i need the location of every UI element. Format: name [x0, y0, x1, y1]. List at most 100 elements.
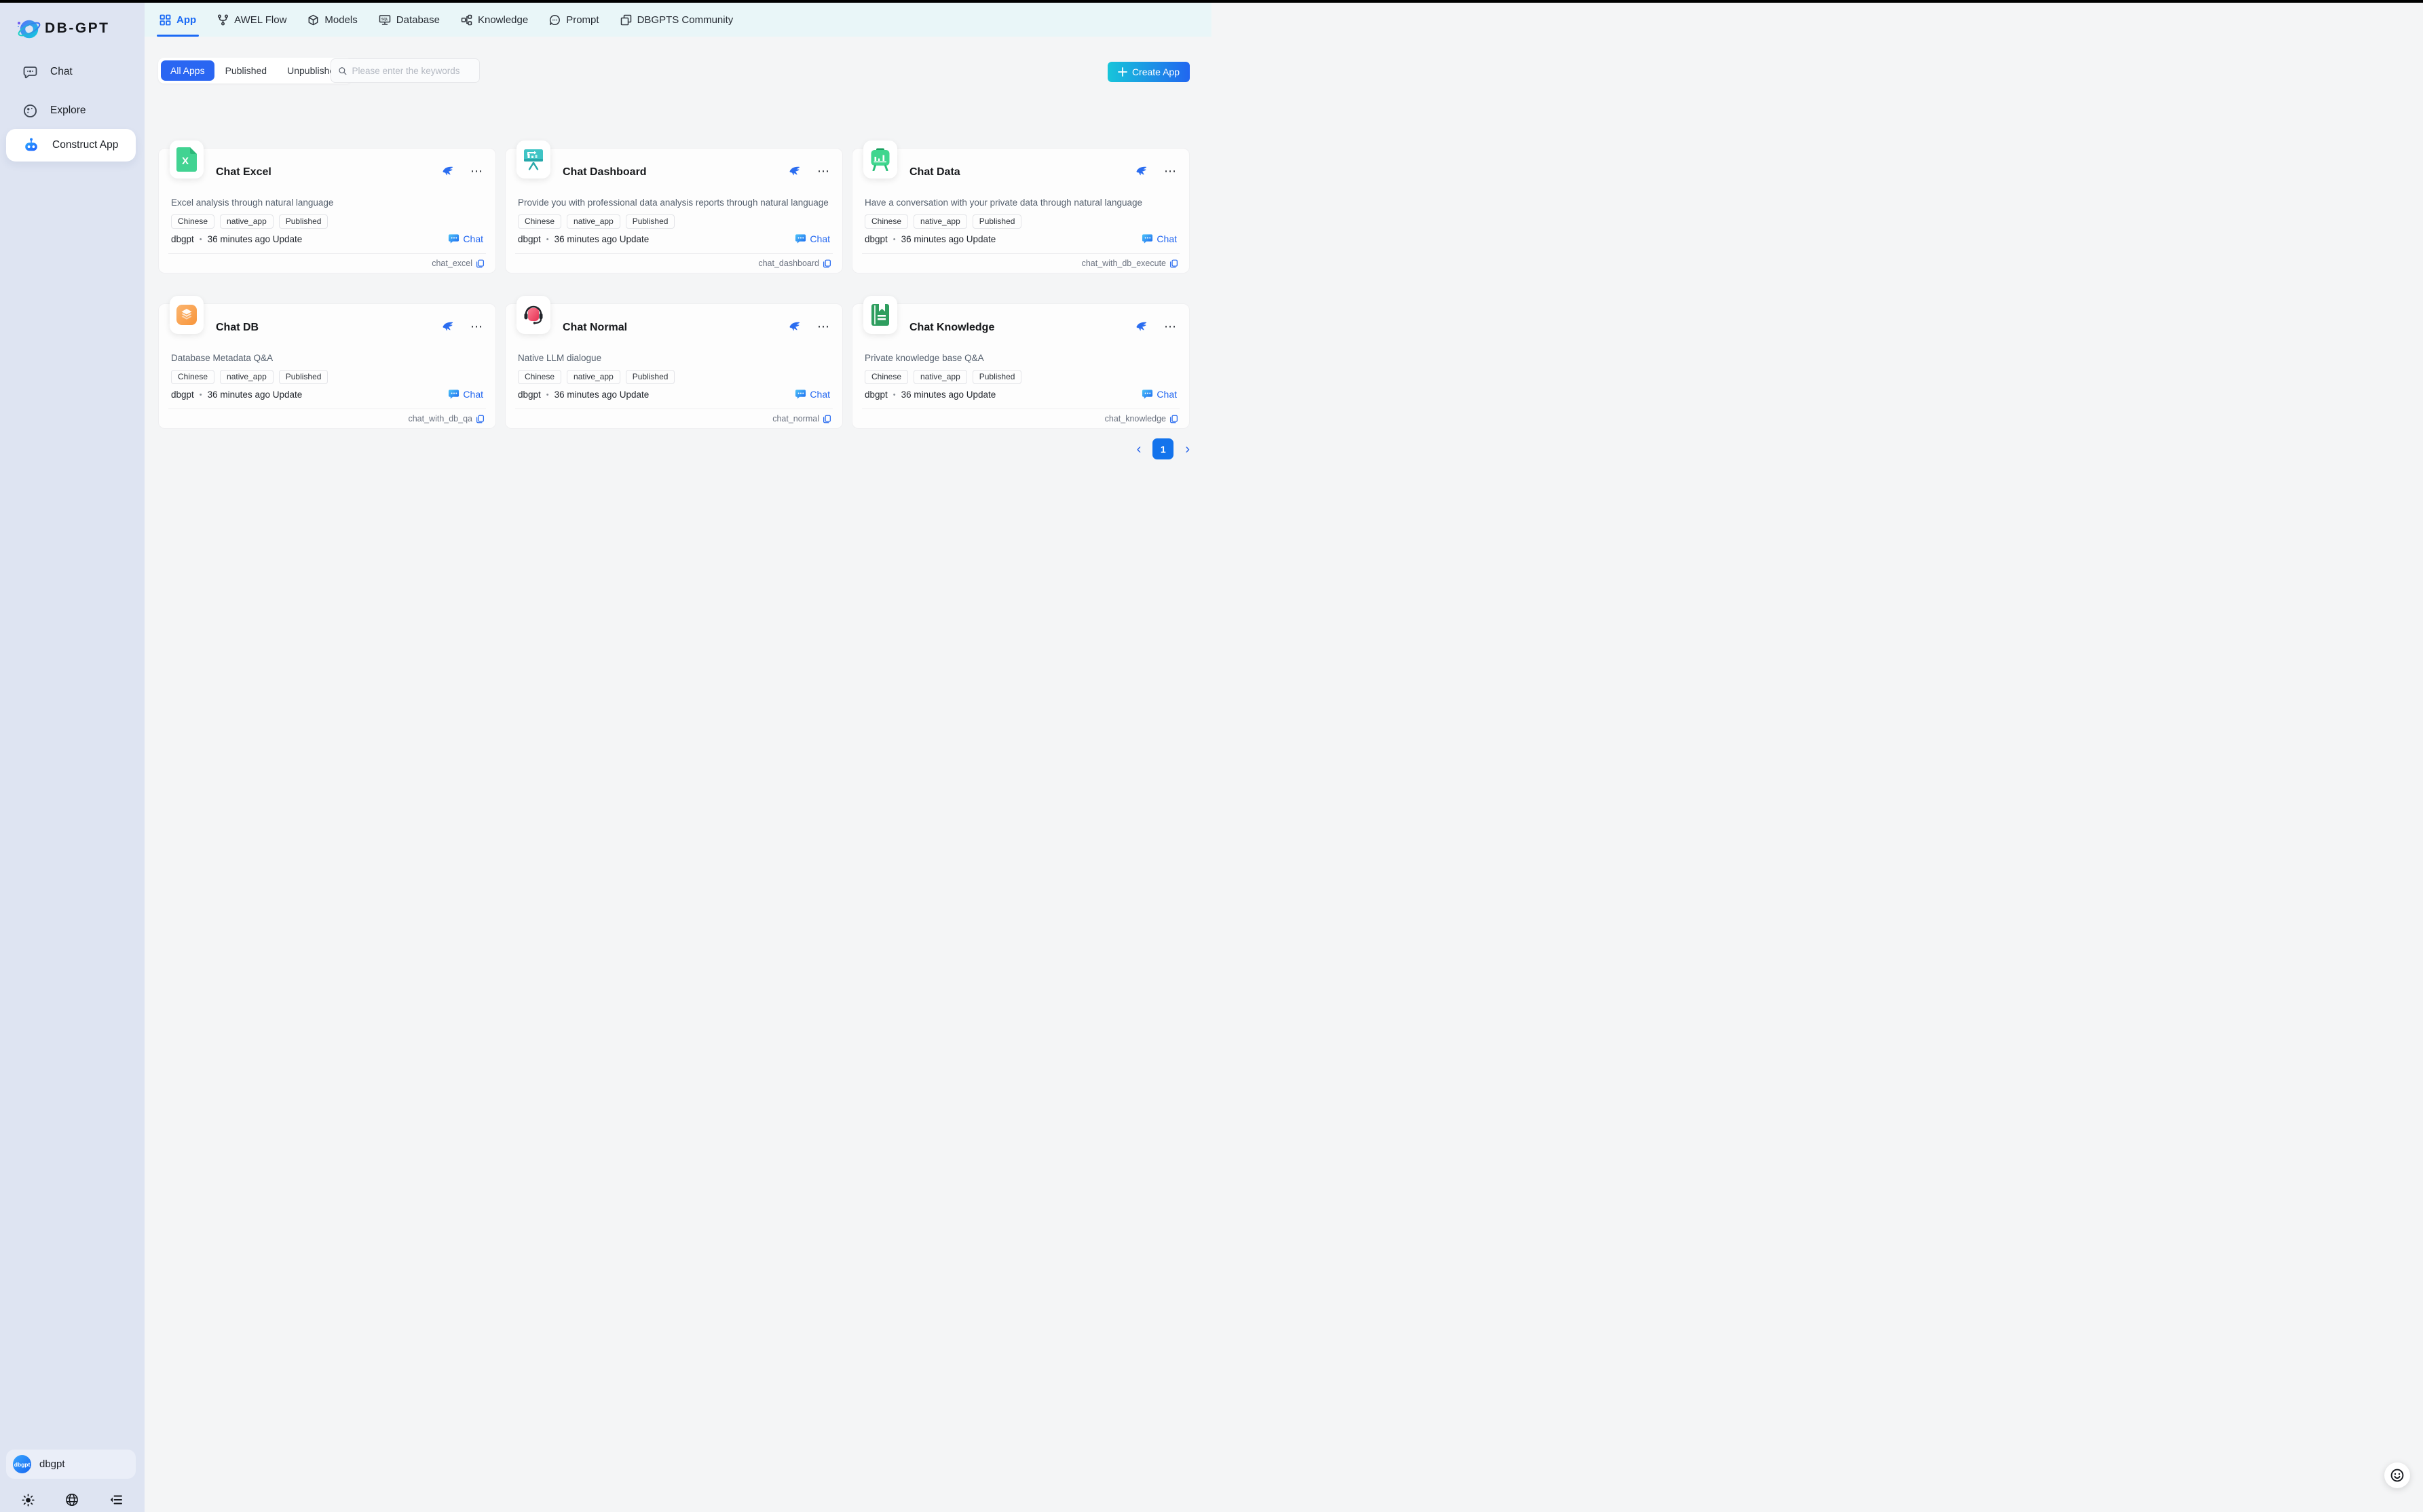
top-navbar: App AWEL Flow Models SQL Database: [145, 3, 1212, 37]
filter-segment: All Apps Published Unpublished: [158, 58, 352, 83]
app-card-chat-data[interactable]: Chat Data ⋯ Have a conversation with you…: [852, 148, 1190, 273]
main-area: App AWEL Flow Models SQL Database: [145, 3, 1212, 756]
separator-dot: •: [546, 235, 549, 244]
tag: native_app: [914, 214, 967, 229]
book-icon: [870, 303, 890, 326]
tag-list: Chinese native_app Published: [171, 214, 328, 229]
filter-published[interactable]: Published: [216, 60, 277, 81]
svg-text:SQL: SQL: [381, 17, 388, 21]
copy-icon[interactable]: [476, 415, 485, 423]
dingtalk-share-icon[interactable]: [442, 165, 454, 177]
search-box: [331, 58, 480, 83]
pagination: ‹ 1 ›: [1137, 438, 1190, 459]
app-description: Excel analysis through natural language: [171, 197, 486, 208]
chat-link[interactable]: Chat: [795, 233, 830, 244]
chat-message-icon: [795, 233, 806, 244]
user-chip[interactable]: dbgpt dbgpt: [6, 1450, 136, 1479]
sidebar-item-chat[interactable]: Chat: [0, 57, 145, 87]
tab-awel-flow[interactable]: AWEL Flow: [216, 3, 288, 37]
app-card-chat-db[interactable]: Chat DB ⋯ Database Metadata Q&A Chinese …: [158, 303, 496, 429]
more-menu-icon[interactable]: ⋯: [1164, 168, 1177, 174]
updated-time: 36 minutes ago Update: [555, 234, 650, 244]
feedback-smiley-button[interactable]: [2384, 1462, 2410, 1488]
prev-page-icon[interactable]: ‹: [1137, 442, 1142, 456]
app-code: chat_with_db_qa: [408, 414, 472, 423]
chat-link[interactable]: Chat: [1142, 388, 1177, 400]
app-card-chat-excel[interactable]: X Chat Excel ⋯ Excel analysis through na…: [158, 148, 496, 273]
card-meta: dbgpt • 36 minutes ago Update: [518, 234, 649, 244]
more-menu-icon[interactable]: ⋯: [1164, 323, 1177, 330]
tab-database[interactable]: SQL Database: [377, 3, 441, 37]
separator-dot: •: [200, 391, 202, 399]
create-app-button[interactable]: Create App: [1108, 62, 1190, 82]
chat-message-icon: [1142, 233, 1153, 244]
theme-sun-icon[interactable]: [22, 1493, 35, 1507]
tab-models[interactable]: Models: [306, 3, 358, 37]
tag: native_app: [220, 214, 274, 229]
tag-list: Chinese native_app Published: [865, 370, 1021, 384]
explore-icon: [23, 104, 37, 118]
tab-label: App: [176, 14, 196, 26]
collapse-sidebar-icon[interactable]: [109, 1493, 123, 1507]
sidebar-item-label: Chat: [50, 66, 73, 78]
dashboard-icon: [523, 148, 544, 171]
page-number-1[interactable]: 1: [1152, 438, 1173, 459]
tab-app[interactable]: App: [158, 3, 198, 37]
sidebar: DB-GPT Chat Explore Construct App dbgpt: [0, 0, 145, 1512]
tab-prompt[interactable]: Prompt: [548, 3, 600, 37]
chat-link[interactable]: Chat: [448, 233, 483, 244]
dingtalk-share-icon[interactable]: [789, 320, 801, 333]
copy-icon[interactable]: [476, 259, 485, 268]
search-input[interactable]: [352, 66, 472, 76]
card-divider: [515, 253, 833, 254]
sidebar-item-construct-app[interactable]: Construct App: [6, 129, 136, 162]
next-page-icon[interactable]: ›: [1185, 442, 1190, 456]
copy-icon[interactable]: [1169, 415, 1178, 423]
chat-link[interactable]: Chat: [795, 388, 830, 400]
more-menu-icon[interactable]: ⋯: [470, 323, 483, 330]
logo-text: DB-GPT: [45, 20, 110, 37]
tab-knowledge[interactable]: Knowledge: [459, 3, 529, 37]
card-meta: dbgpt • 36 minutes ago Update: [518, 390, 649, 400]
data-easel-icon: [869, 148, 891, 171]
app-icon-tile: [863, 296, 897, 334]
owner: dbgpt: [518, 234, 541, 244]
chat-link[interactable]: Chat: [1142, 233, 1177, 244]
tab-label: Prompt: [566, 14, 599, 26]
app-card-chat-dashboard[interactable]: Chat Dashboard ⋯ Provide you with profes…: [505, 148, 843, 273]
tag: Chinese: [518, 214, 561, 229]
tag-list: Chinese native_app Published: [171, 370, 328, 384]
more-menu-icon[interactable]: ⋯: [470, 168, 483, 174]
copy-icon[interactable]: [823, 415, 831, 423]
copy-icon[interactable]: [823, 259, 831, 268]
tag: native_app: [567, 370, 620, 384]
grid-icon: [159, 14, 171, 26]
app-code: chat_excel: [432, 259, 472, 268]
chat-link-label: Chat: [463, 233, 483, 244]
dingtalk-share-icon[interactable]: [789, 165, 801, 177]
tab-label: Knowledge: [478, 14, 528, 26]
more-menu-icon[interactable]: ⋯: [817, 323, 830, 330]
app-card-chat-normal[interactable]: Chat Normal ⋯ Native LLM dialogue Chines…: [505, 303, 843, 429]
card-footer: chat_with_db_execute: [1082, 259, 1178, 268]
updated-time: 36 minutes ago Update: [208, 234, 303, 244]
filter-all-apps[interactable]: All Apps: [161, 60, 214, 81]
smiley-icon: [2390, 1468, 2405, 1483]
chat-link[interactable]: Chat: [448, 388, 483, 400]
tag-list: Chinese native_app Published: [518, 214, 675, 229]
chat-message-icon: [1142, 388, 1153, 400]
tab-dbgpts-community[interactable]: DBGPTS Community: [619, 3, 735, 37]
dingtalk-share-icon[interactable]: [1135, 320, 1148, 333]
card-meta: dbgpt • 36 minutes ago Update: [865, 390, 996, 400]
copy-icon[interactable]: [1169, 259, 1178, 268]
card-footer: chat_dashboard: [758, 259, 831, 268]
app-card-chat-knowledge[interactable]: Chat Knowledge ⋯ Private knowledge base …: [852, 303, 1190, 429]
tag: Chinese: [865, 370, 908, 384]
dingtalk-share-icon[interactable]: [1135, 165, 1148, 177]
dingtalk-share-icon[interactable]: [442, 320, 454, 333]
app-code: chat_dashboard: [758, 259, 819, 268]
more-menu-icon[interactable]: ⋯: [817, 168, 830, 174]
community-icon: [620, 14, 632, 26]
language-globe-icon[interactable]: [65, 1493, 79, 1507]
sidebar-item-explore[interactable]: Explore: [0, 96, 145, 126]
